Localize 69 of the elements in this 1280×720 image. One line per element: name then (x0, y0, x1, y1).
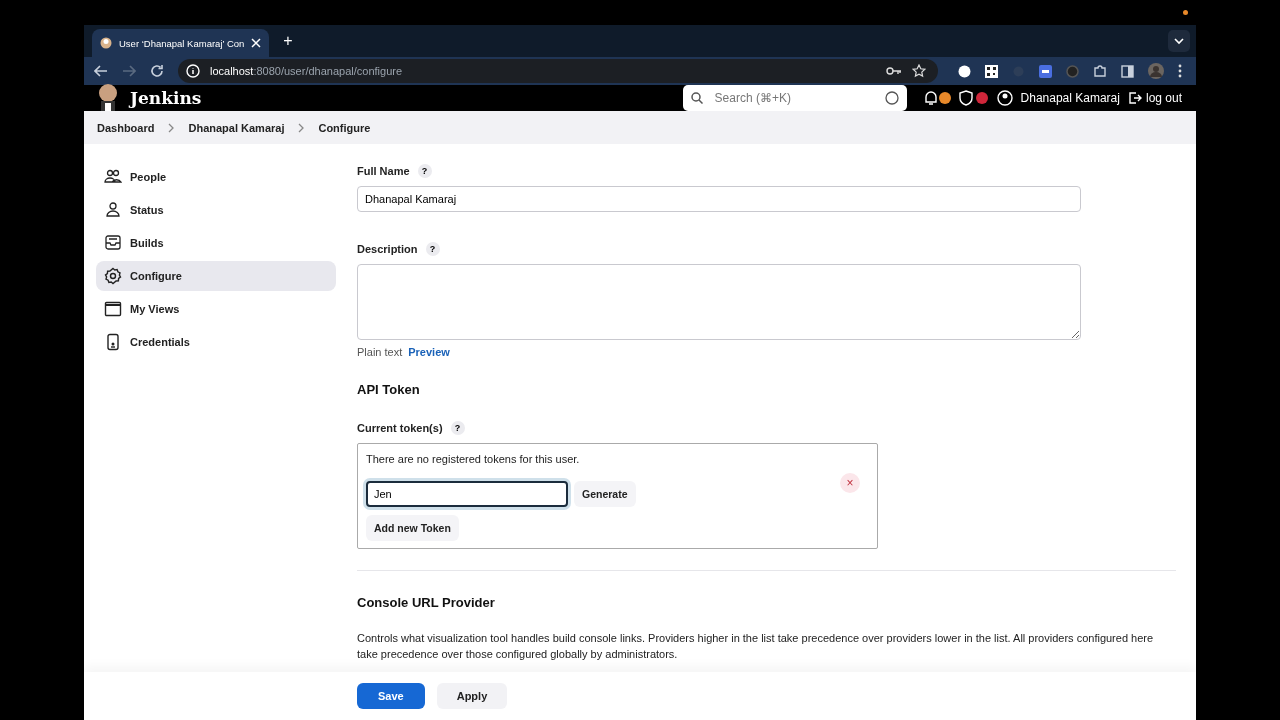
reload-icon (150, 64, 164, 78)
sidebar-item[interactable]: Builds (96, 228, 336, 258)
field-label: Description (357, 243, 418, 255)
help-button[interactable]: ? (450, 421, 465, 435)
save-button[interactable]: Save (357, 683, 425, 709)
inbox-icon (104, 234, 122, 252)
sidebar-item[interactable]: My Views (96, 294, 336, 324)
generate-button[interactable]: Generate (574, 481, 636, 507)
description-field[interactable] (357, 264, 1081, 340)
back-icon (94, 64, 108, 78)
sidebar-item[interactable]: Credentials (96, 327, 336, 357)
address-bar[interactable]: localhost:8080/user/dhanapal/configure (178, 59, 938, 83)
close-icon (251, 38, 262, 48)
chevron-right-icon (298, 122, 305, 133)
side-panel-icon (1121, 64, 1134, 78)
sidebar-item[interactable]: Status (96, 195, 336, 225)
forward-icon (122, 64, 136, 78)
format-label: Plain text (357, 346, 403, 358)
add-token-button[interactable]: Add new Token (366, 515, 459, 541)
chevron-right-icon (168, 122, 175, 133)
description-text: Controls what visualization tool handles build console links. Providers higher in the list take precedence over providers lower in the list. All providers configured here take precedence over those configured globally by administrators. (357, 631, 1155, 662)
phone-icon (104, 333, 122, 351)
key-icon (886, 66, 902, 76)
person-icon (104, 201, 122, 219)
more-icon (1178, 64, 1182, 78)
chevron-down-icon (1168, 30, 1190, 52)
field-label: Full Name (357, 165, 410, 177)
extension-icon (1066, 64, 1079, 78)
shield-icon (958, 90, 989, 106)
preview-link[interactable]: Preview (408, 346, 450, 358)
new-tab-button[interactable]: + (277, 32, 299, 50)
extension-icon (1039, 64, 1052, 78)
butler-logo-icon (98, 83, 118, 113)
settings-icon (104, 267, 122, 285)
extension-icon (958, 64, 971, 78)
user-icon (996, 90, 1013, 106)
help-button[interactable]: ? (417, 164, 432, 178)
sidebar-item[interactable]: Configure (96, 261, 336, 291)
empty-message: There are no registered tokens for this user. (366, 453, 581, 465)
help-button[interactable]: ? (425, 242, 440, 256)
remove-button[interactable]: × (840, 473, 860, 493)
tab-title: User ‘Dhanapal Kamaraj’ Con (119, 37, 245, 49)
people-icon (104, 168, 122, 186)
breadcrumb-link[interactable]: Configure (318, 121, 371, 134)
apply-button[interactable]: Apply (436, 683, 508, 709)
favicon-icon (100, 37, 112, 49)
section-heading: Console URL Provider (357, 595, 496, 610)
bell-icon (922, 90, 951, 106)
text-field[interactable]: Dhanapal Kamaraj (357, 186, 1081, 212)
logout-icon (1127, 91, 1142, 105)
logout-link[interactable]: log out (1145, 91, 1182, 105)
jenkins-logo[interactable]: Jenkins (130, 88, 202, 108)
breadcrumb-link[interactable]: Dhanapal Kamaraj (188, 121, 285, 134)
sidebar-item[interactable]: People (96, 162, 336, 192)
user-menu[interactable]: Dhanapal Kamaraj (1020, 91, 1120, 105)
star-icon (912, 64, 926, 78)
qr-code-icon (985, 64, 998, 78)
token-name-field[interactable]: Jen (366, 481, 568, 507)
window-icon (104, 300, 122, 318)
search-icon (690, 92, 703, 104)
avatar-icon (1148, 63, 1164, 79)
search-field[interactable]: Search (⌘+K) (682, 85, 907, 111)
browser-tab[interactable]: User ‘Dhanapal Kamaraj’ Con (92, 29, 270, 57)
field-label: Current token(s) (357, 422, 443, 434)
recording-dot (1183, 10, 1188, 15)
section-heading: API Token (357, 382, 421, 397)
info-icon (186, 64, 200, 78)
url-text: localhost:8080/user/dhanapal/configure (210, 65, 403, 77)
breadcrumb-link[interactable]: Dashboard (97, 121, 155, 134)
